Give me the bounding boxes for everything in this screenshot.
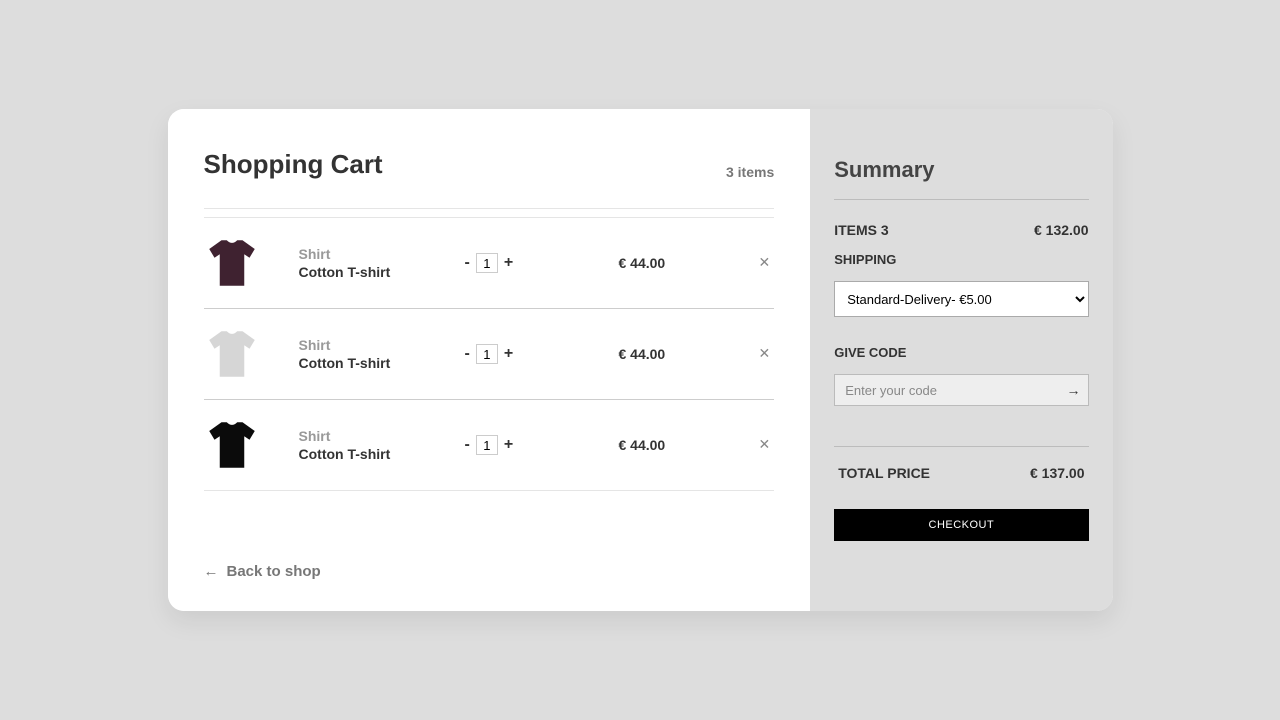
shipping-label: SHIPPING: [834, 252, 1088, 267]
item-category: Shirt: [299, 337, 459, 353]
code-input-wrap: →: [834, 374, 1088, 406]
summary-items-label: ITEMS 3: [834, 222, 888, 238]
remove-item-button[interactable]: ✕: [759, 436, 771, 452]
code-input[interactable]: [834, 374, 1088, 406]
qty-increase-button[interactable]: +: [498, 254, 519, 272]
item-description: Shirt Cotton T-shirt: [299, 246, 459, 280]
arrow-right-icon[interactable]: →: [1067, 382, 1081, 398]
summary-total-row: TOTAL PRICE € 137.00: [834, 446, 1088, 481]
item-category: Shirt: [299, 428, 459, 444]
cart-title: Shopping Cart: [204, 149, 383, 180]
remove-item-button[interactable]: ✕: [759, 254, 771, 270]
item-name: Cotton T-shirt: [299, 446, 459, 462]
qty-input[interactable]: [476, 435, 498, 455]
qty-decrease-button[interactable]: -: [459, 436, 476, 454]
cart-panel: Shopping Cart 3 items Shirt Cotton T-shir…: [168, 109, 811, 611]
checkout-button[interactable]: CHECKOUT: [834, 509, 1088, 541]
item-price: € 44.00: [619, 255, 759, 271]
shipping-select[interactable]: Standard-Delivery- €5.00: [834, 281, 1088, 317]
qty-input[interactable]: [476, 344, 498, 364]
cart-card: Shopping Cart 3 items Shirt Cotton T-shir…: [168, 109, 1113, 611]
back-to-shop-label: Back to shop: [227, 563, 321, 580]
item-image: [204, 234, 299, 292]
item-image: [204, 416, 299, 474]
item-quantity: -+: [459, 253, 619, 273]
cart-title-row: Shopping Cart 3 items: [204, 149, 775, 209]
summary-items-total: € 132.00: [1034, 222, 1089, 238]
cart-item-count: 3 items: [726, 164, 774, 180]
item-quantity: -+: [459, 435, 619, 455]
arrow-left-icon: ←: [204, 563, 219, 580]
tshirt-icon: [204, 325, 260, 383]
item-quantity: -+: [459, 344, 619, 364]
item-name: Cotton T-shirt: [299, 264, 459, 280]
tshirt-icon: [204, 234, 260, 292]
cart-item: ShirtCotton T-shirt-+€ 44.00✕: [204, 399, 775, 491]
summary-items-row: ITEMS 3 € 132.00: [834, 222, 1088, 238]
qty-increase-button[interactable]: +: [498, 436, 519, 454]
item-description: Shirt Cotton T-shirt: [299, 428, 459, 462]
tshirt-icon: [204, 416, 260, 474]
qty-decrease-button[interactable]: -: [459, 254, 476, 272]
total-label: TOTAL PRICE: [838, 465, 930, 481]
summary-panel: Summary ITEMS 3 € 132.00 SHIPPING Standa…: [810, 109, 1112, 611]
summary-title: Summary: [834, 157, 1088, 200]
item-price: € 44.00: [619, 346, 759, 362]
item-name: Cotton T-shirt: [299, 355, 459, 371]
cart-item: ShirtCotton T-shirt-+€ 44.00✕: [204, 308, 775, 400]
item-description: Shirt Cotton T-shirt: [299, 337, 459, 371]
item-price: € 44.00: [619, 437, 759, 453]
item-category: Shirt: [299, 246, 459, 262]
remove-item-button[interactable]: ✕: [759, 345, 771, 361]
qty-increase-button[interactable]: +: [498, 345, 519, 363]
qty-decrease-button[interactable]: -: [459, 345, 476, 363]
code-label: GIVE CODE: [834, 345, 1088, 360]
back-to-shop-link[interactable]: ← Back to shop: [204, 563, 321, 580]
cart-item: ShirtCotton T-shirt-+€ 44.00✕: [204, 217, 775, 309]
qty-input[interactable]: [476, 253, 498, 273]
total-value: € 137.00: [1030, 465, 1085, 481]
item-image: [204, 325, 299, 383]
